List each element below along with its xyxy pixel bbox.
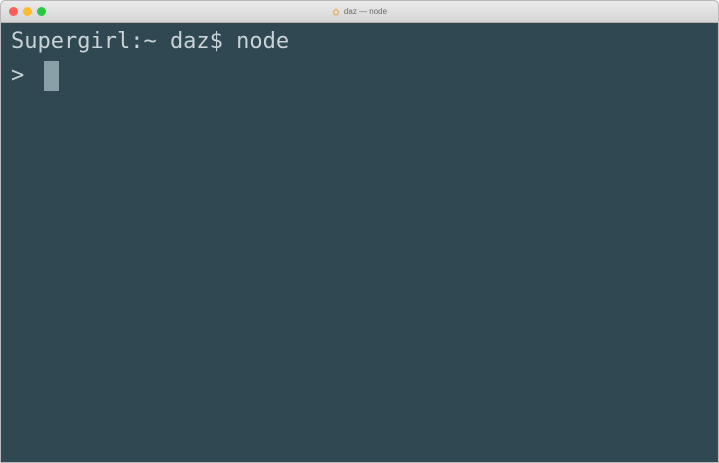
terminal-line: Supergirl:~ daz$ node: [11, 29, 290, 54]
text-cursor: [44, 61, 60, 91]
window-title-area: daz — node: [1, 1, 718, 22]
terminal-output[interactable]: Supergirl:~ daz$ node >: [1, 23, 718, 462]
terminal-window: daz — node Supergirl:~ daz$ node >: [0, 0, 719, 463]
repl-prompt-line[interactable]: >: [11, 59, 718, 93]
window-title: daz — node: [343, 7, 388, 16]
repl-prompt: >: [11, 63, 25, 88]
scrollbar-edge: [717, 23, 718, 462]
home-icon: [332, 8, 340, 15]
title-bar[interactable]: daz — node: [1, 1, 718, 23]
